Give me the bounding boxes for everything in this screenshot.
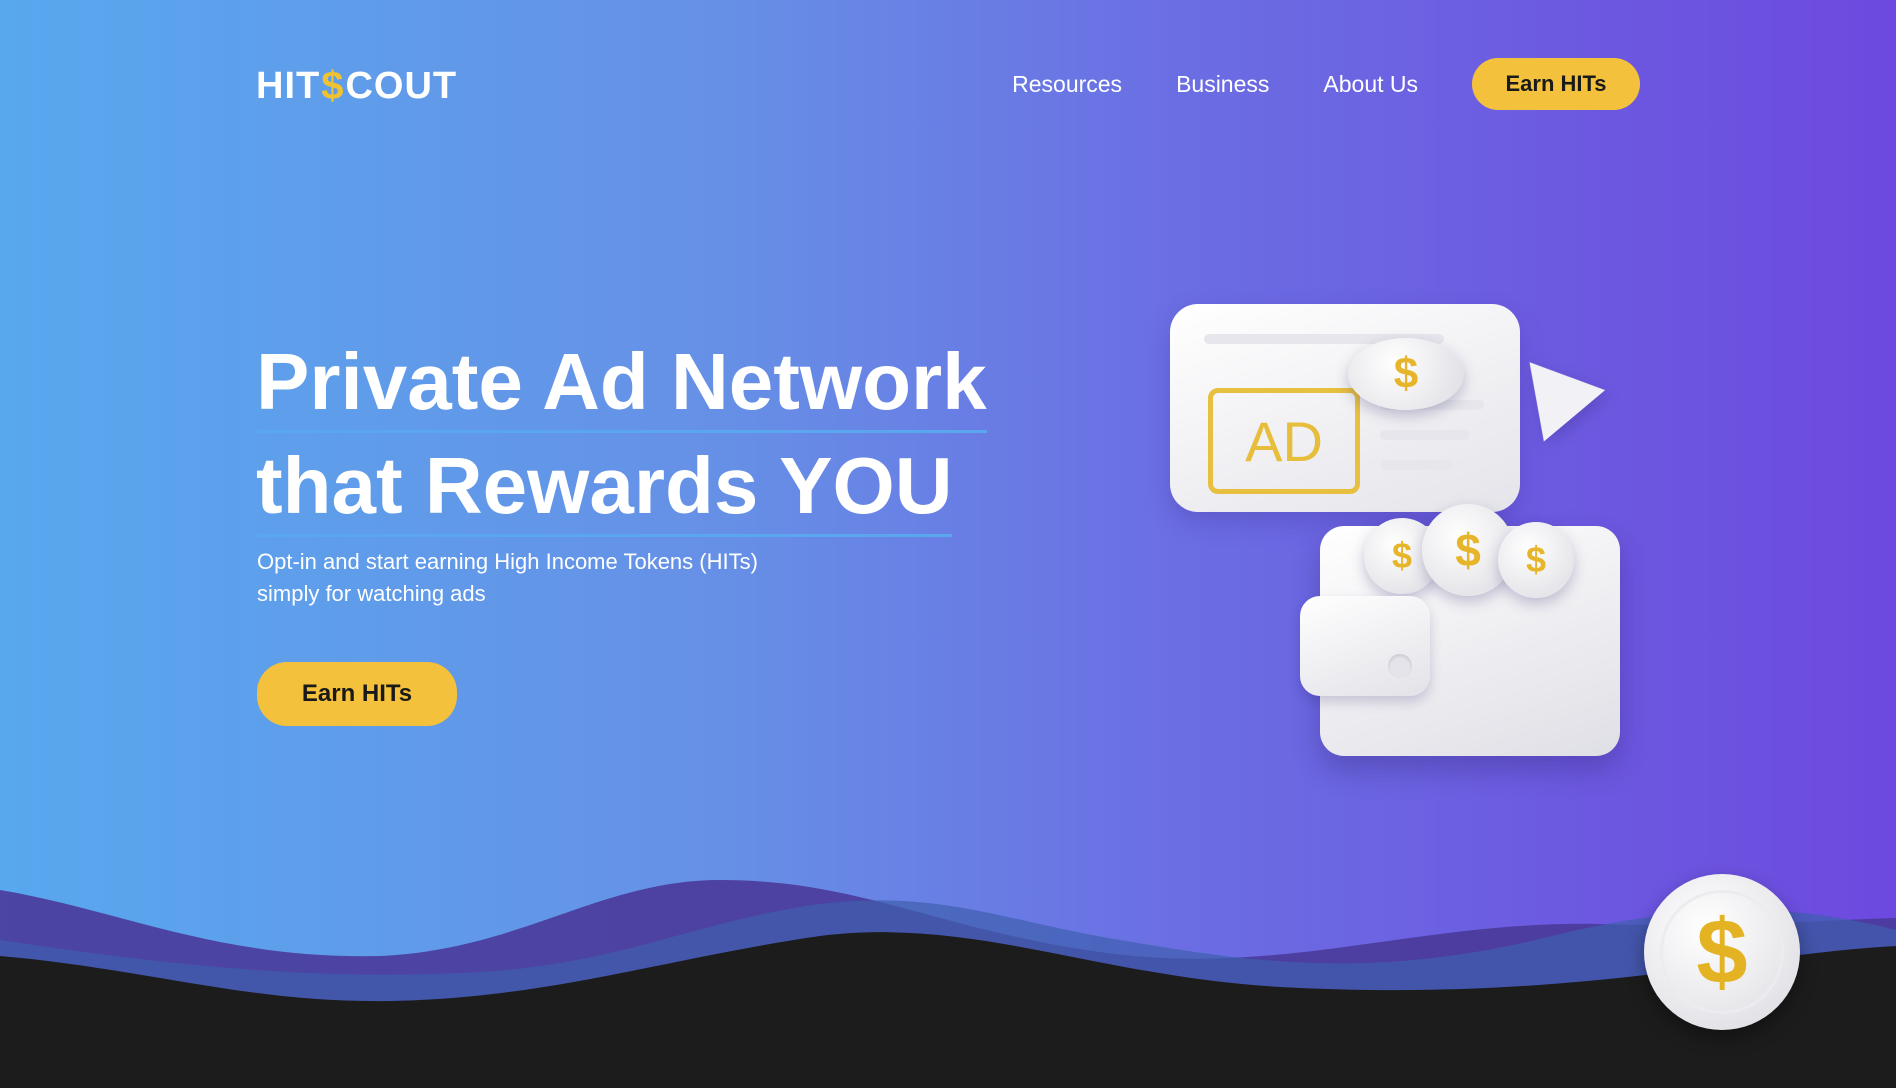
landing-page: HIT $ COUT Resources Business About Us Ear… — [0, 0, 1896, 1088]
nav-link-resources[interactable]: Resources — [1012, 71, 1122, 98]
wallet-button — [1388, 654, 1412, 678]
nav-link-business[interactable]: Business — [1176, 71, 1269, 98]
header-earn-hits-button[interactable]: Earn HITs — [1472, 58, 1640, 110]
logo-text-cout: COUT — [345, 65, 458, 107]
hero-title: Private Ad Network that Rewards YOU — [256, 330, 1076, 538]
wallet-flap — [1300, 596, 1430, 696]
ad-card-illustration: AD — [1170, 304, 1520, 512]
card-line — [1380, 430, 1470, 440]
hero-subtitle-line-2: simply for watching ads — [257, 581, 486, 606]
hitscout-logo[interactable]: HIT $ COUT — [256, 64, 457, 109]
hero-subtitle-line-1: Opt-in and start earning High Income Tok… — [257, 549, 758, 574]
card-line — [1380, 460, 1452, 470]
main-nav: Resources Business About Us Earn HITs — [1012, 58, 1640, 110]
wave-divider — [0, 880, 1896, 1088]
hero-earn-hits-button[interactable]: Earn HITs — [257, 662, 457, 726]
coin-icon: $ — [1348, 338, 1464, 410]
hero-subtitle: Opt-in and start earning High Income Tok… — [257, 546, 857, 610]
nav-link-about-us[interactable]: About Us — [1323, 71, 1418, 98]
logo-text-hit: HIT — [256, 65, 321, 107]
ad-label-box: AD — [1208, 388, 1360, 494]
coin-icon: $ — [1498, 522, 1574, 598]
floating-coin-icon: $ — [1644, 874, 1800, 1030]
hero-title-line-1: Private Ad Network — [256, 334, 987, 433]
ad-wallet-illustration: AD $ $ $ $ — [1160, 296, 1620, 766]
logo-dollar-icon: $ — [321, 64, 345, 108]
hero-title-line-2: that Rewards YOU — [256, 438, 953, 537]
floating-coin-dollar-icon: $ — [1660, 890, 1784, 1014]
